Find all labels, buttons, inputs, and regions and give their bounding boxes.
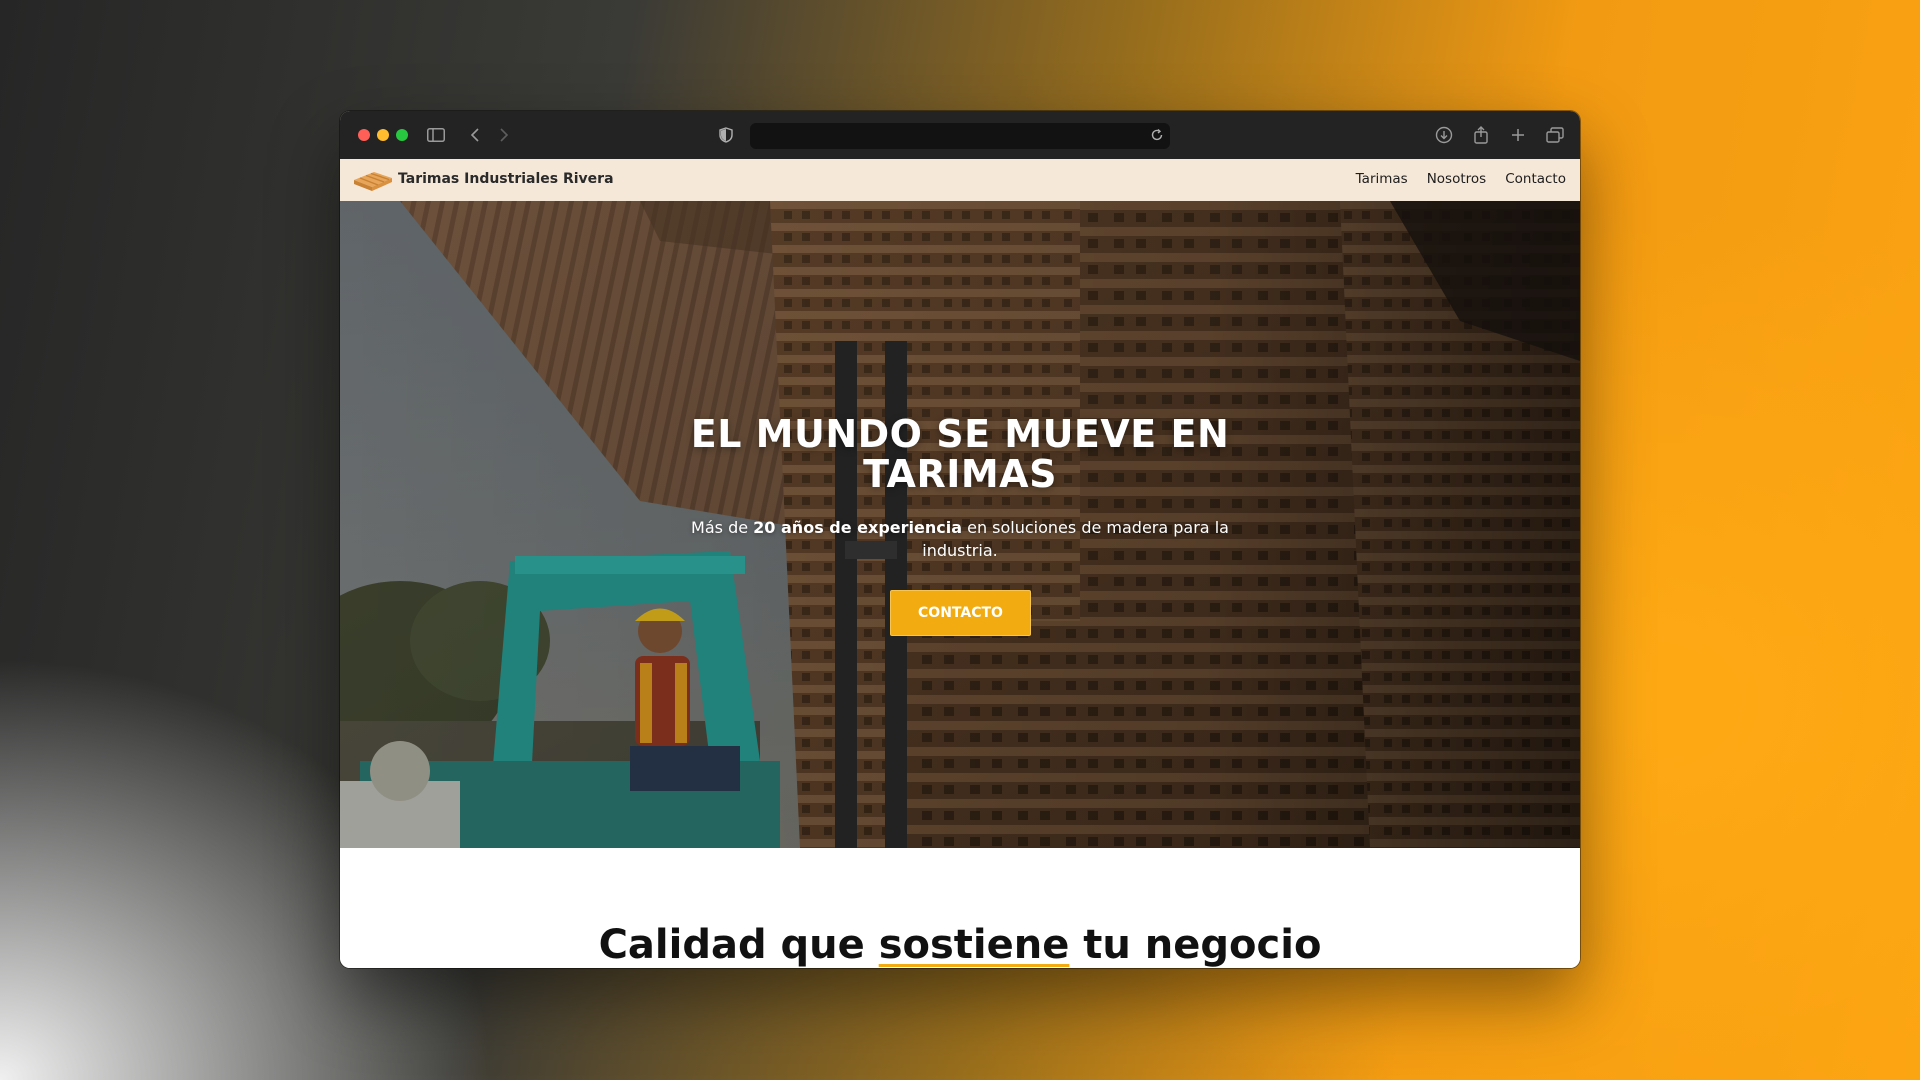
section-title-post: tu negocio <box>1069 922 1322 968</box>
site-header: Tarimas Industriales Rivera Tarimas Noso… <box>340 159 1580 201</box>
tab-overview-icon[interactable] <box>1543 123 1567 147</box>
contact-cta-button[interactable]: CONTACTO <box>890 590 1031 636</box>
section-title-pre: Calidad que <box>598 922 879 968</box>
section-title: Calidad que sostiene tu negocio <box>340 922 1580 968</box>
section-title-highlight: sostiene <box>878 922 1070 968</box>
pallet-logo-icon[interactable] <box>352 166 394 194</box>
downloads-icon[interactable] <box>1432 123 1456 147</box>
forward-arrow-icon[interactable] <box>492 123 516 147</box>
privacy-shield-icon[interactable] <box>714 123 738 147</box>
site-brand-name[interactable]: Tarimas Industriales Rivera <box>398 171 614 187</box>
zoom-window-button[interactable] <box>396 129 408 141</box>
share-icon[interactable] <box>1469 123 1493 147</box>
nav-link-contacto[interactable]: Contacto <box>1505 171 1566 187</box>
nav-link-tarimas[interactable]: Tarimas <box>1356 171 1408 187</box>
browser-window: Tarimas Industriales Rivera Tarimas Noso… <box>340 111 1580 968</box>
hero-section: EL MUNDO SE MUEVE EN TARIMAS Más de 20 a… <box>340 201 1580 848</box>
hero-title: EL MUNDO SE MUEVE EN TARIMAS <box>690 412 1230 496</box>
main-nav: Tarimas Nosotros Contacto <box>1356 171 1566 187</box>
hero-subtitle-bold: 20 años de experiencia <box>753 518 963 537</box>
address-bar[interactable] <box>750 123 1170 149</box>
reload-icon[interactable] <box>1150 128 1164 147</box>
hero-subtitle-pre: Más de <box>691 518 754 537</box>
hero-subtitle: Más de 20 años de experiencia en solucio… <box>690 516 1230 562</box>
sidebar-toggle-icon[interactable] <box>424 123 448 147</box>
close-window-button[interactable] <box>358 129 370 141</box>
new-tab-plus-icon[interactable] <box>1506 123 1530 147</box>
minimize-window-button[interactable] <box>377 129 389 141</box>
back-arrow-icon[interactable] <box>463 123 487 147</box>
browser-toolbar <box>340 111 1580 160</box>
nav-link-nosotros[interactable]: Nosotros <box>1427 171 1487 187</box>
hero-subtitle-post: en soluciones de madera para la industri… <box>922 518 1229 560</box>
content-section: Calidad que sostiene tu negocio <box>340 848 1580 968</box>
